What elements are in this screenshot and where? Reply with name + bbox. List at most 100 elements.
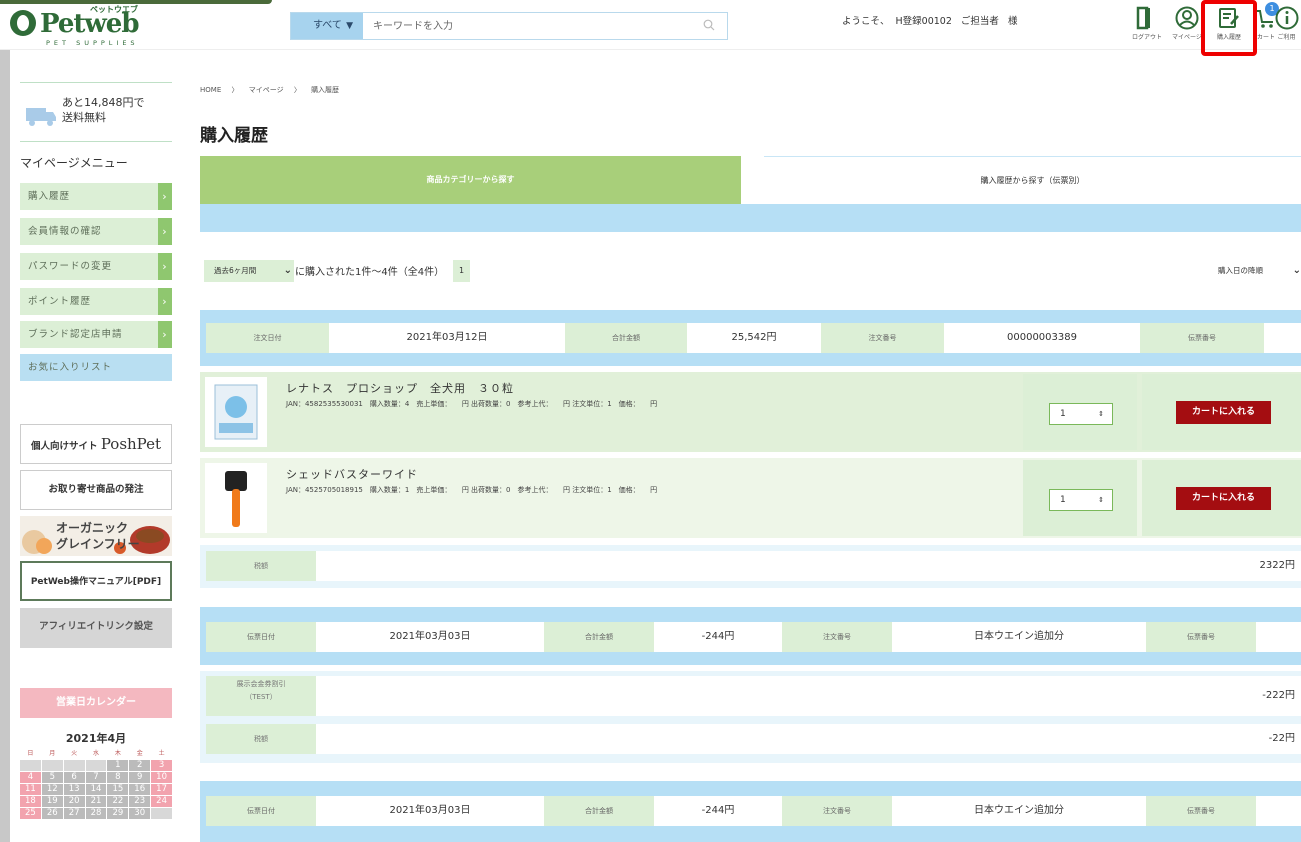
calendar-day: 12	[41, 784, 63, 795]
manual-pdf-banner[interactable]: PetWeb操作マニュアル[PDF]	[20, 561, 172, 601]
slip-date: 2021年03月03日	[389, 631, 471, 642]
welcome-user: H登録00102	[895, 16, 952, 27]
search-input[interactable]	[373, 17, 693, 35]
tab-product-category[interactable]: 商品カテゴリーから探す	[200, 156, 741, 204]
info-icon	[1275, 6, 1298, 30]
slip-number-label: 伝票番号	[1140, 323, 1264, 353]
calendar-day: 9	[129, 772, 151, 783]
poshpet-prefix: 個人向けサイト	[30, 441, 98, 452]
sidebar-item-purchase-history[interactable]: 購入履歴 ›	[20, 183, 172, 210]
calendar-day: 29	[107, 808, 129, 819]
user-icon	[1175, 6, 1199, 30]
sort-select[interactable]: 購入日の降順 ⌄	[1218, 260, 1301, 282]
calendar-weekday: 月	[41, 748, 63, 759]
period-select[interactable]: 過去6ヶ月間 ⌄	[204, 260, 294, 282]
add-to-cart-button[interactable]: カートに入れる	[1176, 401, 1271, 424]
order-total: 25,542円	[731, 332, 777, 343]
search-icon[interactable]	[703, 19, 715, 31]
period-select-value: 過去6ヶ月間	[214, 266, 257, 275]
chevron-down-icon: ⌄	[1292, 265, 1301, 276]
calendar-day: 7	[85, 772, 107, 783]
poshpet-banner[interactable]: 個人向けサイト PoshPet	[20, 424, 172, 464]
order-request-banner[interactable]: お取り寄せ商品の発注	[20, 470, 172, 510]
chevron-right-icon: ›	[158, 321, 172, 348]
purchase-history-highlight	[1201, 0, 1257, 56]
calendar-day: 23	[129, 796, 151, 807]
product-image	[205, 377, 267, 447]
tax-amount: 2322円	[1259, 560, 1295, 571]
calendar-weekday: 火	[63, 748, 85, 759]
order-total: -244円	[701, 631, 735, 642]
welcome-suffix: 様	[1007, 16, 1018, 27]
sidebar-item-password-change[interactable]: パスワードの変更 ›	[20, 253, 172, 280]
calendar-weekday: 金	[129, 748, 151, 759]
sort-select-value: 購入日の降順	[1218, 266, 1263, 275]
chevron-right-icon: ›	[158, 183, 172, 210]
guide-button[interactable]: ご利用	[1272, 6, 1301, 46]
calendar-day: 5	[41, 772, 63, 783]
stepper-icon: ⇕	[1098, 496, 1104, 504]
chevron-right-icon: ›	[158, 288, 172, 315]
order-item-row: シェッドバスターワイド JAN：4525705018915 購入数量：1 売上単…	[200, 458, 1301, 538]
petweb-logo[interactable]: ペットウエブ Petweb PET SUPPLIES	[6, 4, 166, 47]
product-name[interactable]: レナトス プロショップ 全犬用 ３０粒	[286, 380, 514, 396]
page-title: 購入履歴	[200, 126, 268, 146]
affiliate-link-banner[interactable]: アフィリエイトリンク設定	[20, 608, 172, 648]
tax-label: 税額	[206, 551, 316, 581]
chevron-down-icon: ▼	[346, 21, 353, 31]
calendar-day: 26	[41, 808, 63, 819]
order-number: 日本ウエイン追加分	[974, 805, 1064, 816]
sidebar-item-member-info[interactable]: 会員情報の確認 ›	[20, 218, 172, 245]
calendar-day	[20, 760, 41, 771]
order-number-label: 注文番号	[782, 796, 892, 826]
order-number: 00000003389	[1007, 332, 1077, 343]
calendar-day: 14	[85, 784, 107, 795]
slip-date-label: 伝票日付	[206, 796, 316, 826]
welcome-prefix: ようこそ、	[842, 16, 890, 27]
add-to-cart-button[interactable]: カートに入れる	[1176, 487, 1271, 510]
free-shipping-notice: あと14,848円で 送料無料	[20, 82, 172, 142]
order-header-row: 伝票日付 2021年03月03日 合計金額 -244円 注文番号 日本ウエイン追…	[206, 796, 1301, 826]
calendar-day: 25	[20, 808, 41, 819]
search-category-select[interactable]: すべて ▼	[291, 13, 363, 39]
sidebar-item-point-history[interactable]: ポイント履歴 ›	[20, 288, 172, 315]
product-detail: JAN：4582535530031 購入数量：4 売上単価： 円 出荷数量：0 …	[286, 400, 658, 408]
discount-label-line1: 展示会金券割引	[236, 680, 286, 688]
calendar-weekday: 日	[20, 748, 41, 759]
breadcrumb-mypage[interactable]: マイページ	[249, 86, 284, 94]
stepper-icon: ⇕	[1098, 410, 1104, 418]
product-detail: JAN：4525705018915 購入数量：1 売上単価： 円 出荷数量：0 …	[286, 486, 658, 494]
chevron-down-icon: ⌄	[283, 265, 292, 276]
sidebar-item-favorites[interactable]: お気に入りリスト	[20, 354, 172, 381]
calendar-day: 18	[20, 796, 41, 807]
logout-button[interactable]: ログアウト	[1126, 6, 1168, 46]
tax-label: 税額	[206, 724, 316, 754]
sidebar-item-brand-application[interactable]: ブランド認定店申請 ›	[20, 321, 172, 348]
slip-date-label: 伝票日付	[206, 622, 316, 652]
business-calendar: 2021年4月 日月火水木金土 1 2 3 4 5 6 7 8 9 10 11 12 13 14 15 16 17…	[20, 730, 172, 819]
logo-mark-icon	[10, 10, 36, 36]
discount-label-line2: （TEST）	[245, 693, 277, 701]
logo-name: Petweb	[40, 9, 140, 39]
discount-amount: -222円	[1262, 690, 1295, 701]
breadcrumb-home[interactable]: HOME	[200, 86, 221, 94]
order-header-block: 伝票日付 2021年03月03日 合計金額 -244円 注文番号 日本ウエイン追…	[200, 781, 1301, 842]
truck-icon	[26, 108, 56, 126]
order-date-label: 注文日付	[206, 323, 329, 353]
pagination-page[interactable]: 1	[453, 260, 470, 282]
sidebar-item-label: パスワードの変更	[28, 261, 113, 272]
order-date: 2021年03月12日	[406, 332, 488, 343]
quantity-select[interactable]: 1 ⇕	[1049, 489, 1113, 511]
breadcrumb-current: 購入履歴	[311, 86, 340, 94]
tab-purchase-history-by-slip[interactable]: 購入履歴から探す（伝票別）	[764, 156, 1301, 204]
calendar-day: 27	[63, 808, 85, 819]
discount-label: 展示会金券割引 （TEST）	[206, 676, 316, 716]
logo-subtitle: PET SUPPLIES	[46, 39, 139, 47]
slip-date: 2021年03月03日	[389, 805, 471, 816]
organic-grainfree-banner[interactable]: オーガニック グレインフリー	[20, 516, 172, 556]
quantity-select[interactable]: 1 ⇕	[1049, 403, 1113, 425]
order-request-label: お取り寄せ商品の発注	[48, 484, 144, 495]
calendar-day: 30	[129, 808, 151, 819]
discount-tax-block: 展示会金券割引 （TEST） -222円 税額 -22円	[200, 671, 1301, 763]
product-name[interactable]: シェッドバスターワイド	[286, 466, 418, 482]
